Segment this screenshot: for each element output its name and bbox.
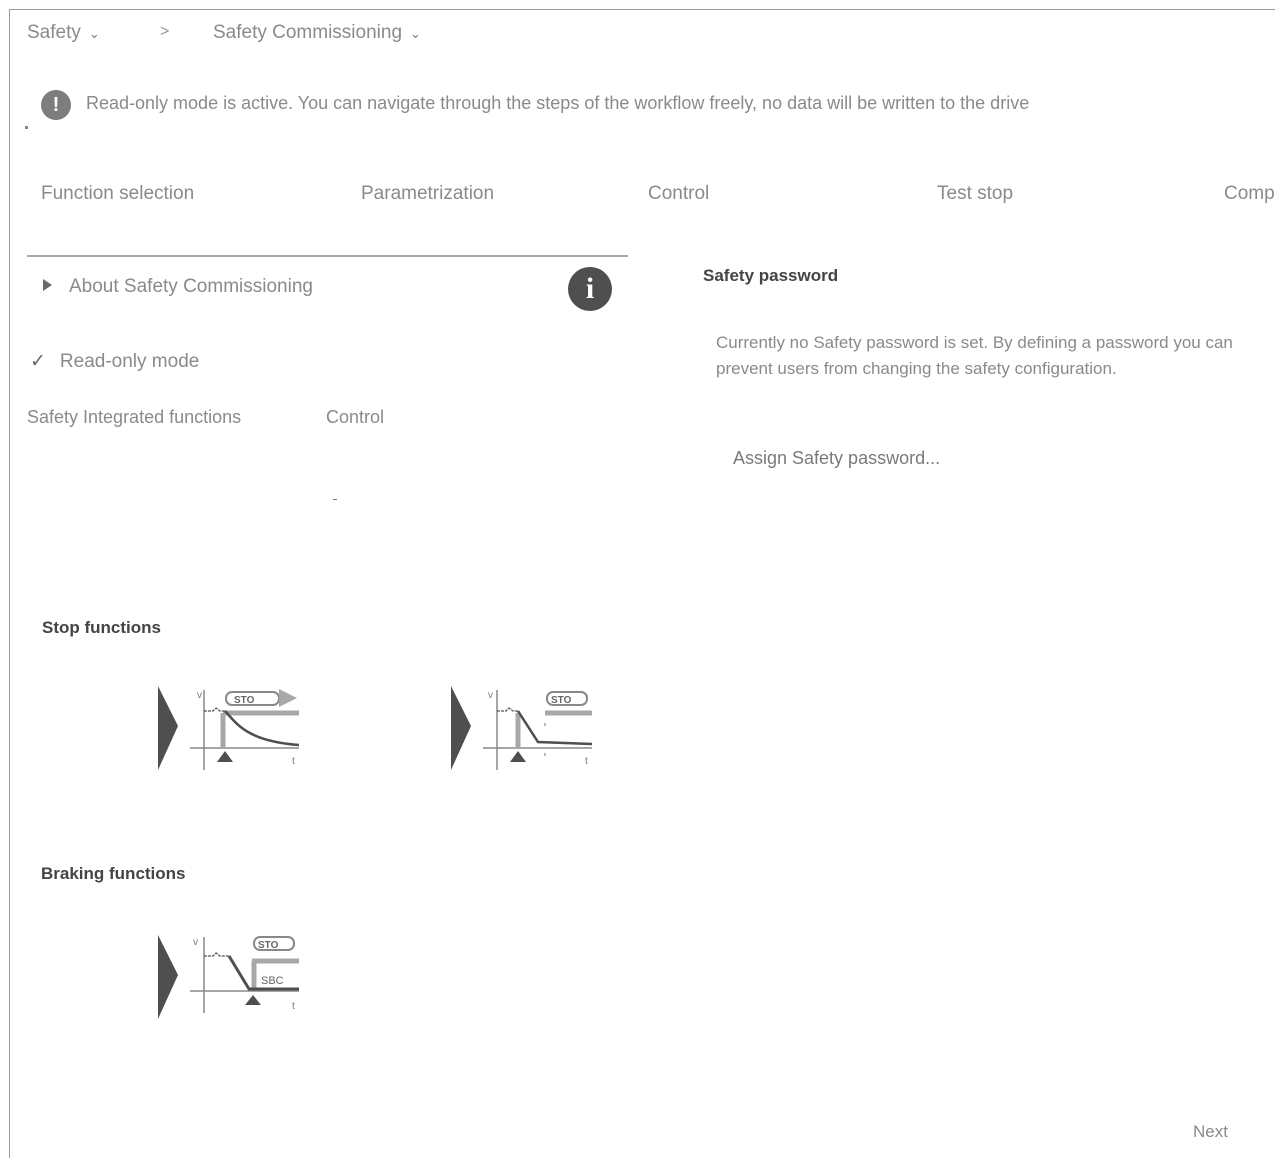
breadcrumb-current-label: Safety Commissioning xyxy=(213,22,403,43)
readonly-mode-label: Read-only mode xyxy=(59,351,200,372)
step-active-underline xyxy=(27,255,628,257)
ss1-function-tile[interactable]: v t STO xyxy=(450,686,595,772)
checkmark-icon: ✓ xyxy=(30,351,46,372)
next-button[interactable]: Next xyxy=(1193,1122,1228,1142)
sto-badge-text: STO xyxy=(551,695,572,706)
sbc-function-tile[interactable]: v t STO SBC xyxy=(157,933,302,1021)
v-axis-label: v xyxy=(197,690,202,701)
chevron-down-icon: ⌄ xyxy=(88,26,100,41)
v-axis-label: v xyxy=(488,690,493,701)
tab-control[interactable]: Control xyxy=(326,407,384,428)
readonly-notice-text: Read-only mode is active. You can naviga… xyxy=(86,93,1030,113)
about-label: About Safety Commissioning xyxy=(69,276,313,297)
step-function-selection[interactable]: Function selection xyxy=(41,183,194,205)
step-test-stop[interactable]: Test stop xyxy=(937,183,1013,205)
step-completion[interactable]: Comp xyxy=(1224,183,1275,205)
sto-badge-text: STO xyxy=(258,940,279,951)
safety-password-description: Currently no Safety password is set. By … xyxy=(716,333,1233,378)
breadcrumb-safety-commissioning[interactable]: Safety Commissioning ⌄ xyxy=(213,22,421,44)
sto-function-tile[interactable]: v t STO xyxy=(157,686,302,772)
exclamation-icon: ! xyxy=(41,90,71,120)
breadcrumb-safety[interactable]: Safety ⌄ xyxy=(27,22,100,44)
about-safety-commissioning-toggle[interactable]: About Safety Commissioning xyxy=(43,276,313,298)
info-icon[interactable]: i xyxy=(568,267,612,311)
t-axis-label: t xyxy=(585,756,588,767)
decorative-dash xyxy=(333,499,337,500)
step-parametrization[interactable]: Parametrization xyxy=(361,183,494,205)
v-axis-label: v xyxy=(193,937,198,948)
stop-functions-title: Stop functions xyxy=(42,618,161,637)
braking-functions-title: Braking functions xyxy=(41,864,186,883)
sbc-label-text: SBC xyxy=(261,975,284,987)
chevron-down-icon: ⌄ xyxy=(410,26,421,41)
step-control[interactable]: Control xyxy=(648,183,709,205)
t-axis-label: t xyxy=(292,1001,295,1012)
t-axis-label: t xyxy=(292,756,295,767)
sto-diagram-icon: v t STO xyxy=(158,686,300,770)
tab-safety-integrated-functions[interactable]: Safety Integrated functions xyxy=(27,407,241,428)
sbc-diagram-icon: v t STO SBC xyxy=(158,935,299,1019)
expand-triangle-icon xyxy=(43,278,52,291)
assign-safety-password-link[interactable]: Assign Safety password... xyxy=(733,448,940,469)
readonly-mode-item[interactable]: ✓ Read-only mode xyxy=(30,350,199,373)
decorative-dot xyxy=(25,126,28,129)
breadcrumb-separator: > xyxy=(160,23,170,40)
sto-badge-text: STO xyxy=(234,695,255,706)
ss1-diagram-icon: v t STO xyxy=(451,686,593,770)
safety-password-title: Safety password xyxy=(703,266,839,285)
breadcrumb-safety-label: Safety xyxy=(27,22,81,43)
